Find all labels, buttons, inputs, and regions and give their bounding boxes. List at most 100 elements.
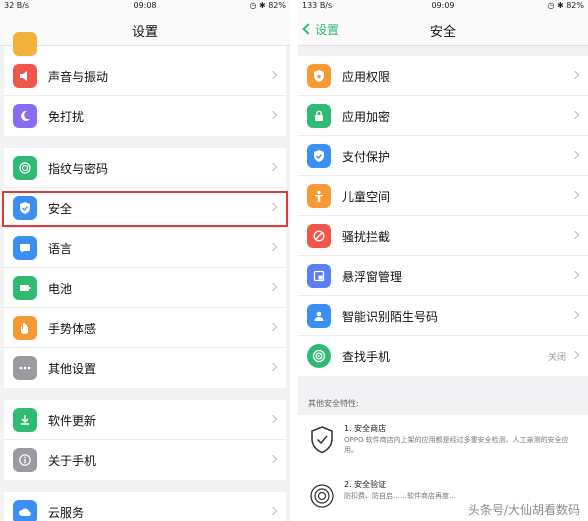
battery-percent: 82% (566, 1, 584, 10)
security-item-label: 儿童空间 (342, 190, 391, 204)
settings-item-dnd[interactable]: 免打扰 (4, 96, 286, 136)
security-item-label: 智能识别陌生号码 (342, 310, 439, 324)
settings-item-fingerprint[interactable]: 指纹与密码 (4, 148, 286, 188)
chevron-right-icon (268, 506, 278, 516)
security-item-find-phone[interactable]: 查找手机 关闭 (298, 336, 588, 376)
fingerprint-icon (13, 156, 37, 180)
shield-icon (13, 196, 37, 220)
settings-group-3: 软件更新 关于手机 (4, 400, 286, 480)
security-item-kids-space[interactable]: 儿童空间 (298, 176, 588, 216)
settings-item-about[interactable]: 关于手机 (4, 440, 286, 480)
chevron-right-icon (570, 310, 580, 320)
security-item-floating-window[interactable]: 悬浮窗管理 (298, 256, 588, 296)
feature-title: 2. 安全验证 (344, 480, 387, 489)
security-item-label: 骚扰拦截 (342, 230, 391, 244)
security-item-app-permissions[interactable]: 应用权限 (298, 56, 588, 96)
settings-item-label: 电池 (48, 282, 73, 296)
pane-divider (290, 0, 298, 521)
person-icon (307, 304, 331, 328)
padlock-icon (307, 104, 331, 128)
settings-item-label: 安全 (48, 202, 73, 216)
fingerprint-outline-icon (308, 481, 336, 511)
settings-item-other[interactable]: 其他设置 (4, 348, 286, 388)
alarm-icon: ◷ (547, 1, 555, 10)
settings-item-label: 免打扰 (48, 110, 85, 124)
radar-icon (307, 344, 331, 368)
chevron-right-icon (268, 110, 278, 120)
speaker-icon (13, 64, 37, 88)
security-item-label: 应用权限 (342, 70, 391, 84)
more-icon (13, 356, 37, 380)
hand-icon (13, 316, 37, 340)
chevron-right-icon (268, 454, 278, 464)
security-item-label: 悬浮窗管理 (342, 270, 403, 284)
chevron-right-icon (570, 230, 580, 240)
feature-description: OPPO 软件商店内上架的应用都是经过多重安全检测、人工亲测的安全应用。 (344, 436, 569, 454)
alarm-icon: ◷ (249, 1, 257, 10)
block-icon (307, 224, 331, 248)
settings-group-1: 声音与振动 免打扰 (4, 56, 286, 136)
info-icon (13, 448, 37, 472)
settings-item-cloud[interactable]: 云服务 (4, 492, 286, 521)
settings-item-label: 云服务 (48, 506, 85, 520)
battery-icon (13, 276, 37, 300)
security-list: 应用权限 应用加密 支付保护 儿童空间 骚扰拦截 悬浮窗管理 智能识别陌生号码 … (298, 56, 588, 376)
shield-lock-icon (307, 64, 331, 88)
bluetooth-icon: ✱ (258, 1, 266, 10)
chevron-right-icon (570, 270, 580, 280)
settings-item-label: 声音与振动 (48, 70, 109, 84)
page-title: 安全 (429, 25, 456, 40)
security-item-harassment-block[interactable]: 骚扰拦截 (298, 216, 588, 256)
security-screen: 133 B/s 09:09 ◷ ✱ 82% 设置 安全 应用权限 应用加密 支付… (298, 0, 588, 521)
security-item-label: 应用加密 (342, 110, 391, 124)
settings-item-update[interactable]: 软件更新 (4, 400, 286, 440)
settings-item-label: 软件更新 (48, 414, 97, 428)
status-bar: 32 B/s 09:08 ◷ ✱ 82% (0, 0, 290, 12)
chevron-right-icon (268, 362, 278, 372)
chevron-right-icon (570, 350, 580, 360)
cloud-icon (13, 500, 37, 521)
status-bar: 133 B/s 09:09 ◷ ✱ 82% (298, 0, 588, 12)
nav-bar: 设置 (0, 12, 290, 46)
security-item-payment-protection[interactable]: 支付保护 (298, 136, 588, 176)
settings-item-label: 语言 (48, 242, 73, 256)
moon-icon (13, 104, 37, 128)
chevron-right-icon (268, 202, 278, 212)
settings-item-battery[interactable]: 电池 (4, 268, 286, 308)
chevron-right-icon (268, 414, 278, 424)
clock: 09:09 (431, 1, 455, 10)
settings-item-security[interactable]: 安全 (4, 188, 286, 228)
chevron-right-icon (570, 110, 580, 120)
watermark: 头条号/大仙胡看数码 (467, 503, 580, 517)
bluetooth-icon: ✱ (556, 1, 564, 10)
settings-item-label: 关于手机 (48, 454, 97, 468)
settings-screen: 32 B/s 09:08 ◷ ✱ 82% 设置 声音与振动 免打扰 指纹与密码 … (0, 0, 290, 521)
settings-item-label: 指纹与密码 (48, 162, 109, 176)
security-item-label: 查找手机 (342, 350, 391, 364)
chevron-right-icon (268, 282, 278, 292)
partial-row[interactable] (4, 32, 286, 56)
shield-check-icon (307, 144, 331, 168)
chevron-right-icon (570, 150, 580, 160)
chevron-right-icon (268, 70, 278, 80)
settings-item-label: 手势体感 (48, 322, 97, 336)
child-icon (307, 184, 331, 208)
battery-percent: 82% (268, 1, 286, 10)
settings-item-label: 其他设置 (48, 362, 97, 376)
chevron-right-icon (268, 162, 278, 172)
section-title: 其他安全特性: (308, 399, 359, 408)
feature-title: 1. 安全商店 (344, 424, 387, 433)
security-item-app-encryption[interactable]: 应用加密 (298, 96, 588, 136)
update-icon (13, 408, 37, 432)
feature-description: 防扣费、防自启……软件商店再度… (344, 492, 456, 500)
clock: 09:08 (133, 1, 157, 10)
settings-item-sound[interactable]: 声音与振动 (4, 56, 286, 96)
settings-item-language[interactable]: 语言 (4, 228, 286, 268)
security-item-caller-id[interactable]: 智能识别陌生号码 (298, 296, 588, 336)
settings-item-gesture[interactable]: 手势体感 (4, 308, 286, 348)
window-icon (307, 264, 331, 288)
feature-secure-store: 1. 安全商店 OPPO 软件商店内上架的应用都是经过多重安全检测、人工亲测的安… (298, 415, 588, 471)
chevron-right-icon (268, 242, 278, 252)
chevron-right-icon (570, 70, 580, 80)
partial-row-icon (13, 32, 37, 56)
